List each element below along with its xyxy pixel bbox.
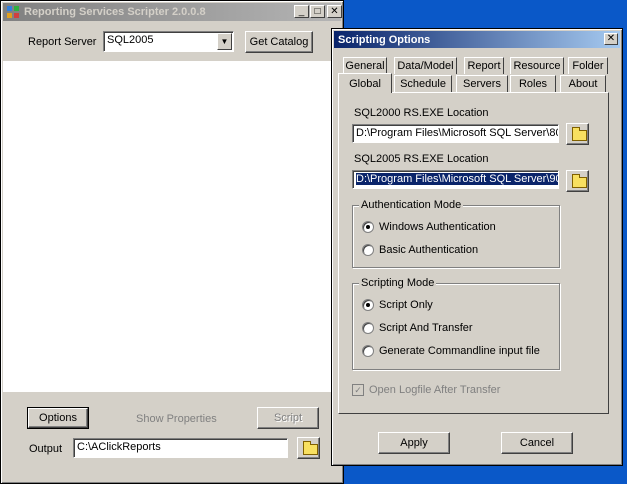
tab-resource-label: Resource [513, 60, 561, 72]
apply-button[interactable]: Apply [378, 432, 450, 454]
main-window: Reporting Services Scripter 2.0.0.8 _ □ … [0, 0, 344, 484]
radio-icon [362, 345, 374, 357]
tab-global[interactable]: Global [338, 73, 392, 93]
dialog-close-button[interactable]: ✕ [604, 33, 618, 45]
scripting-mode-group: Scripting Mode Script Only Script And Tr… [352, 277, 560, 370]
get-catalog-label: Get Catalog [249, 36, 309, 48]
tab-resource[interactable]: Resource [510, 57, 564, 74]
sql2005-path-value: D:\Program Files\Microsoft SQL Server\90… [356, 173, 558, 185]
tab-roles[interactable]: Roles [510, 75, 556, 92]
scripting-mode-label: Scripting Mode [359, 277, 437, 289]
basic-auth-label: Basic Authentication [379, 244, 479, 256]
apply-label: Apply [400, 437, 428, 449]
tab-schedule[interactable]: Schedule [394, 75, 452, 92]
tab-report[interactable]: Report [464, 57, 504, 74]
authentication-mode-group: Authentication Mode Windows Authenticati… [352, 199, 560, 268]
open-logfile-checkbox[interactable]: ✓ Open Logfile After Transfer [352, 384, 500, 396]
maximize-button[interactable]: □ [310, 5, 325, 18]
script-label: Script [273, 412, 303, 424]
dialog-title: Scripting Options [338, 33, 431, 46]
folder-icon [572, 174, 587, 188]
basic-auth-radio[interactable]: Basic Authentication [362, 244, 478, 256]
tab-general-label: General [345, 60, 385, 72]
tab-roles-label: Roles [518, 78, 548, 90]
cancel-label: Cancel [519, 437, 555, 449]
global-tab-page: SQL2000 RS.EXE Location D:\Program Files… [338, 92, 609, 414]
tab-about[interactable]: About [560, 75, 606, 92]
get-catalog-button[interactable]: Get Catalog [245, 31, 313, 53]
output-value: C:\AClickReports [77, 441, 161, 453]
sql2005-path-input[interactable]: D:\Program Files\Microsoft SQL Server\90… [352, 170, 559, 189]
close-button[interactable]: ✕ [327, 5, 342, 18]
cancel-button[interactable]: Cancel [501, 432, 573, 454]
tab-data-model[interactable]: Data/Model [394, 57, 457, 74]
generate-commandline-radio[interactable]: Generate Commandline input file [362, 345, 540, 357]
tab-schedule-label: Schedule [400, 78, 446, 90]
generate-commandline-label: Generate Commandline input file [379, 345, 540, 357]
folder-icon [572, 127, 587, 141]
tab-servers-label: Servers [463, 78, 501, 90]
script-only-radio[interactable]: Script Only [362, 299, 433, 311]
output-input[interactable]: C:\AClickReports [73, 438, 288, 458]
output-browse-button[interactable] [297, 437, 320, 459]
tab-servers[interactable]: Servers [456, 75, 508, 92]
script-only-label: Script Only [379, 299, 433, 311]
sql2000-path-input[interactable]: D:\Program Files\Microsoft SQL Server\80… [352, 124, 559, 143]
sql2000-path-value: D:\Program Files\Microsoft SQL Server\80… [356, 127, 559, 139]
folder-icon [303, 441, 318, 455]
tab-general[interactable]: General [343, 57, 387, 74]
radio-icon [362, 322, 374, 334]
tab-folder-label: Folder [572, 60, 604, 72]
windows-auth-radio[interactable]: Windows Authentication [362, 221, 496, 233]
windows-auth-label: Windows Authentication [379, 221, 496, 233]
radio-icon [362, 244, 374, 256]
tab-global-label: Global [349, 77, 381, 90]
report-server-value: SQL2005 [107, 34, 154, 46]
minimize-button[interactable]: _ [294, 5, 309, 18]
main-title: Reporting Services Scripter 2.0.0.8 [24, 6, 206, 18]
tab-folder[interactable]: Folder [568, 57, 608, 74]
options-button[interactable]: Options [27, 407, 89, 429]
script-button[interactable]: Script [257, 407, 319, 429]
sql2000-label: SQL2000 RS.EXE Location [354, 107, 489, 119]
dialog-titlebar[interactable]: Scripting Options ✕ [334, 31, 620, 48]
checkmark-icon: ✓ [352, 384, 364, 396]
open-logfile-label: Open Logfile After Transfer [369, 384, 501, 396]
show-properties-label[interactable]: Show Properties [136, 413, 217, 425]
tab-data-model-label: Data/Model [397, 60, 454, 72]
script-and-transfer-label: Script And Transfer [379, 322, 473, 334]
radio-selected-icon [362, 221, 374, 233]
script-and-transfer-radio[interactable]: Script And Transfer [362, 322, 473, 334]
options-label: Options [39, 412, 77, 424]
tab-about-label: About [568, 78, 598, 90]
tab-report-label: Report [467, 60, 501, 72]
output-label: Output [29, 443, 63, 455]
app-icon [7, 6, 19, 18]
chevron-down-icon[interactable]: ▼ [217, 33, 232, 50]
sql2005-browse-button[interactable] [566, 170, 589, 192]
sql2000-browse-button[interactable] [566, 123, 589, 145]
authentication-mode-label: Authentication Mode [359, 199, 464, 211]
report-server-select[interactable]: SQL2005 ▼ [103, 31, 234, 52]
scripting-options-dialog: Scripting Options ✕ General Data/Model R… [331, 28, 623, 466]
radio-selected-icon [362, 299, 374, 311]
report-server-label: Report Server [28, 36, 97, 48]
catalog-tree-panel[interactable] [3, 61, 339, 392]
main-titlebar[interactable]: Reporting Services Scripter 2.0.0.8 _ □ … [3, 3, 342, 21]
sql2005-label: SQL2005 RS.EXE Location [354, 153, 489, 165]
